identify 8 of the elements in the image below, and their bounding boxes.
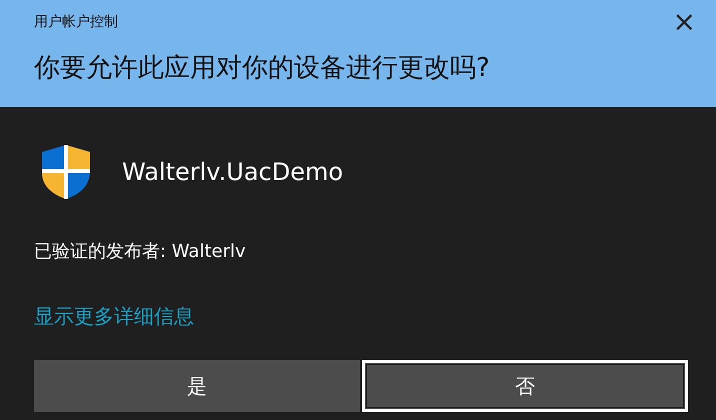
- app-name: Walterlv.UacDemo: [122, 158, 344, 186]
- window-title: 用户帐户控制: [34, 13, 118, 31]
- details-link[interactable]: 显示更多详细信息: [34, 303, 194, 330]
- publisher-text: 已验证的发布者: Walterlv: [34, 240, 247, 263]
- dialog-button[interactable]: 是: [34, 360, 360, 412]
- close-button[interactable]: ×: [666, 8, 702, 36]
- prompt-question: 你要允许此应用对你的设备进行更改吗?: [34, 52, 491, 85]
- dialog-button[interactable]: 否: [362, 360, 688, 412]
